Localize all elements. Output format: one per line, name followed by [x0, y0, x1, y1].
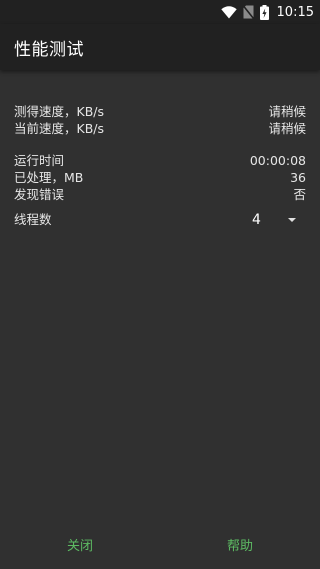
runtime-label: 运行时间: [14, 153, 65, 168]
runtime-value: 00:00:08: [249, 153, 306, 168]
current-speed-label: 当前速度，KB/s: [14, 121, 104, 136]
close-button[interactable]: 关闭: [67, 535, 93, 554]
runtime-row: 运行时间 00:00:08: [14, 152, 306, 169]
measured-speed-row: 测得速度，KB/s 请稍候: [14, 103, 306, 120]
processed-row: 已处理，MB 36: [14, 169, 306, 186]
measured-speed-label: 测得速度，KB/s: [14, 104, 104, 119]
thread-count-label: 线程数: [14, 212, 52, 227]
thread-count-value: 4: [252, 212, 261, 228]
measured-speed-value: 请稍候: [268, 104, 306, 119]
thread-count-row: 线程数 4: [14, 209, 306, 231]
current-speed-value: 请稍候: [268, 121, 306, 136]
processed-value: 36: [290, 170, 306, 185]
errors-row: 发现错误 否: [14, 186, 306, 203]
errors-value: 否: [293, 187, 306, 202]
thread-count-dropdown[interactable]: 4: [240, 209, 300, 231]
battery-charging-icon: [259, 4, 269, 20]
status-bar: 10:15: [0, 0, 320, 24]
help-button[interactable]: 帮助: [227, 535, 253, 554]
app-bar: 性能测试: [0, 24, 320, 70]
no-sim-icon: [242, 5, 254, 19]
button-bar: 关闭 帮助: [0, 530, 320, 560]
wifi-icon: [220, 5, 237, 19]
page-title: 性能测试: [14, 40, 84, 60]
errors-label: 发现错误: [14, 187, 65, 202]
stats-panel: 测得速度，KB/s 请稍候 当前速度，KB/s 请稍候 运行时间 00:00:0…: [14, 103, 306, 231]
status-icons: 10:15: [220, 3, 314, 21]
dropdown-arrow-icon: [288, 218, 296, 222]
current-speed-row: 当前速度，KB/s 请稍候: [14, 120, 306, 137]
processed-label: 已处理，MB: [14, 170, 84, 185]
status-time: 10:15: [276, 4, 314, 20]
